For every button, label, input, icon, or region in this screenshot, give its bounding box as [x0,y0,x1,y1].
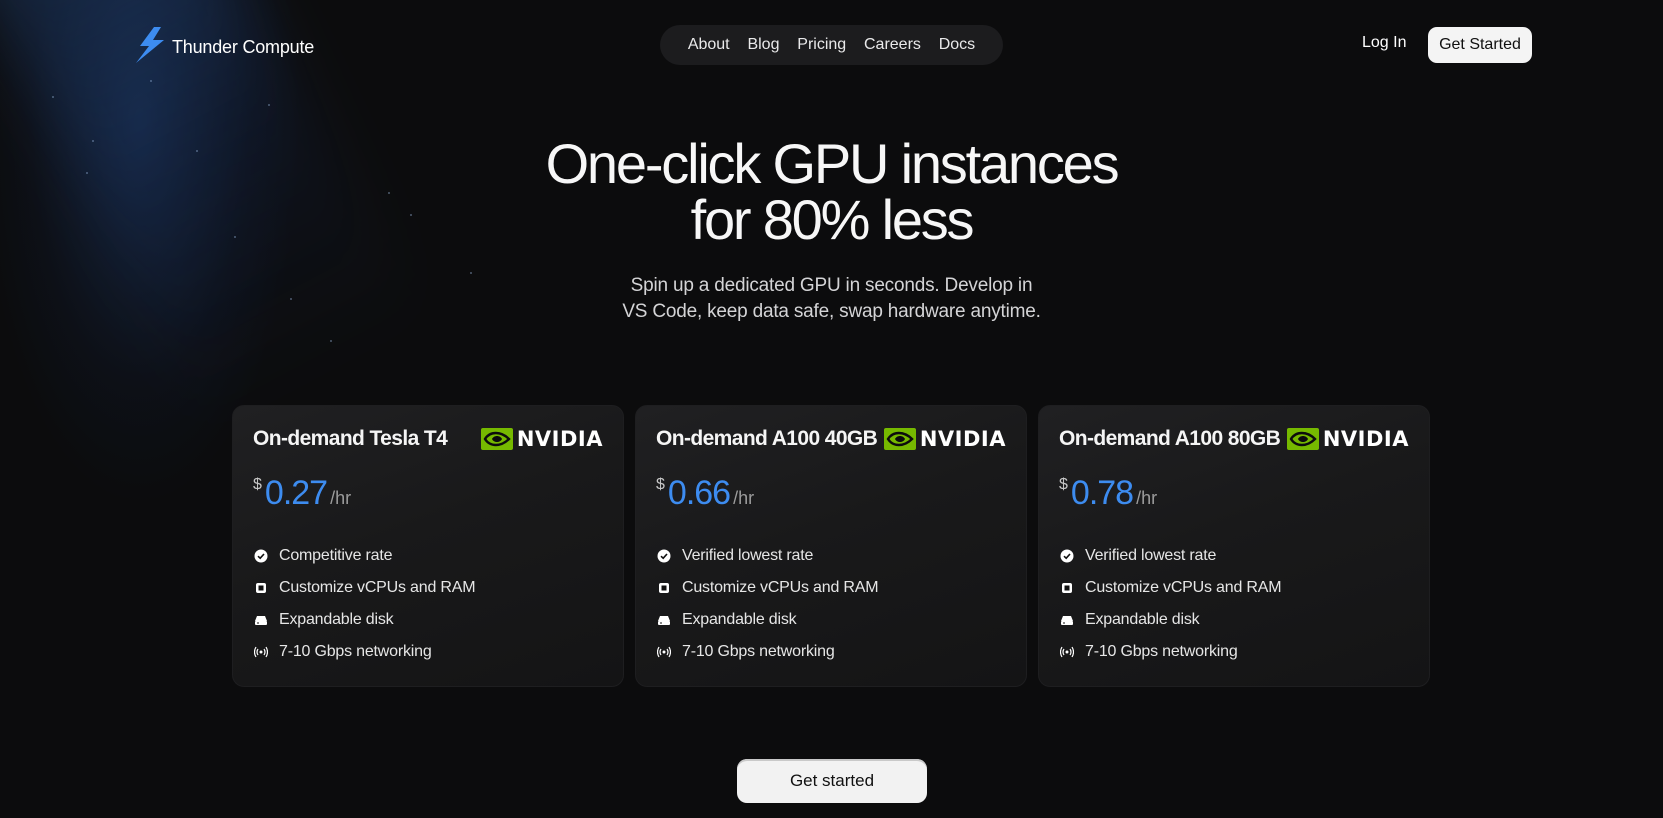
hero-subtitle: Spin up a dedicated GPU in seconds. Deve… [0,273,1663,325]
feature-list: Verified lowest rate Customize vCPUs and… [1059,540,1409,668]
nav-link-docs[interactable]: Docs [939,36,975,54]
card-title: On-demand A100 40GB [656,427,878,450]
main-nav: About Blog Pricing Careers Docs [660,25,1003,65]
feature-item: 7-10 Gbps networking [656,636,1006,668]
feature-text: Expandable disk [1085,611,1200,628]
feature-item: Expandable disk [656,604,1006,636]
chip-icon [1059,580,1075,596]
price-unit: /hr [733,488,755,508]
pricing-cards: On-demand Tesla T4 NVIDIA $ 0.27 /hr Com… [232,405,1430,687]
feature-text: Expandable disk [682,611,797,628]
hero-title-line2: for 80% less [690,188,975,251]
feature-text: Competitive rate [279,547,393,564]
get-started-main-button[interactable]: Get started [737,759,927,803]
feature-text: Customize vCPUs and RAM [682,579,879,596]
price-value: 0.66 [667,474,731,512]
nav-link-blog[interactable]: Blog [747,36,779,54]
price: $ 0.27 /hr [253,474,603,514]
signal-icon [253,644,269,660]
get-started-header-button[interactable]: Get Started [1428,27,1532,63]
feature-text: Verified lowest rate [682,547,814,564]
signal-icon [656,644,672,660]
vendor-name: NVIDIA [1322,427,1409,451]
feature-list: Competitive rate Customize vCPUs and RAM… [253,540,603,668]
check-circle-icon [253,548,269,564]
feature-text: Verified lowest rate [1085,547,1217,564]
price-value: 0.27 [264,474,328,512]
login-link[interactable]: Log In [1362,34,1406,52]
feature-text: Expandable disk [279,611,394,628]
pricing-card-a100-80gb[interactable]: On-demand A100 80GB NVIDIA $ 0.78 /hr Ve… [1038,405,1430,687]
nvidia-logo: NVIDIA [480,427,603,451]
lightning-bolt-icon [134,26,166,69]
pricing-card-a100-40gb[interactable]: On-demand A100 40GB NVIDIA $ 0.66 /hr Ve… [635,405,1027,687]
nvidia-eye-icon [1286,428,1319,450]
feature-text: 7-10 Gbps networking [279,643,432,660]
price-currency: $ [253,476,262,493]
price: $ 0.78 /hr [1059,474,1409,514]
nvidia-eye-icon [883,428,916,450]
chip-icon [656,580,672,596]
nvidia-logo: NVIDIA [1286,427,1409,451]
disk-icon [656,612,672,628]
feature-item: Verified lowest rate [656,540,1006,572]
nvidia-logo: NVIDIA [883,427,1006,451]
feature-text: 7-10 Gbps networking [682,643,835,660]
feature-item: Expandable disk [253,604,603,636]
landing-page: Thunder Compute About Blog Pricing Caree… [0,0,1663,818]
nav-link-pricing[interactable]: Pricing [797,36,846,54]
feature-item: Verified lowest rate [1059,540,1409,572]
brand-name: Thunder Compute [172,37,315,57]
feature-item: 7-10 Gbps networking [1059,636,1409,668]
feature-list: Verified lowest rate Customize vCPUs and… [656,540,1006,668]
feature-item: Customize vCPUs and RAM [1059,572,1409,604]
feature-text: Customize vCPUs and RAM [1085,579,1282,596]
hero-title: One-click GPU instances for 80% less [0,136,1663,248]
hero-subtitle-line2: VS Code, keep data safe, swap hardware a… [622,301,1041,322]
signal-icon [1059,644,1075,660]
hero-subtitle-line1: Spin up a dedicated GPU in seconds. Deve… [630,275,1033,296]
feature-item: Competitive rate [253,540,603,572]
brand-logo[interactable]: Thunder Compute [134,26,314,69]
chip-icon [253,580,269,596]
feature-item: Expandable disk [1059,604,1409,636]
disk-icon [253,612,269,628]
disk-icon [1059,612,1075,628]
pricing-card-t4[interactable]: On-demand Tesla T4 NVIDIA $ 0.27 /hr Com… [232,405,624,687]
price-unit: /hr [330,488,352,508]
nav-link-about[interactable]: About [688,36,730,54]
price-currency: $ [1059,476,1068,493]
feature-text: Customize vCPUs and RAM [279,579,476,596]
check-circle-icon [1059,548,1075,564]
card-title: On-demand A100 80GB [1059,427,1281,450]
price-value: 0.78 [1070,474,1134,512]
card-title: On-demand Tesla T4 [253,427,448,450]
vendor-name: NVIDIA [516,427,603,451]
price-currency: $ [656,476,665,493]
feature-item: Customize vCPUs and RAM [656,572,1006,604]
feature-item: Customize vCPUs and RAM [253,572,603,604]
hero-title-line1: One-click GPU instances [545,132,1120,195]
price-unit: /hr [1136,488,1158,508]
nvidia-eye-icon [480,428,513,450]
check-circle-icon [656,548,672,564]
feature-item: 7-10 Gbps networking [253,636,603,668]
nav-link-careers[interactable]: Careers [864,36,921,54]
vendor-name: NVIDIA [919,427,1006,451]
price: $ 0.66 /hr [656,474,1006,514]
feature-text: 7-10 Gbps networking [1085,643,1238,660]
